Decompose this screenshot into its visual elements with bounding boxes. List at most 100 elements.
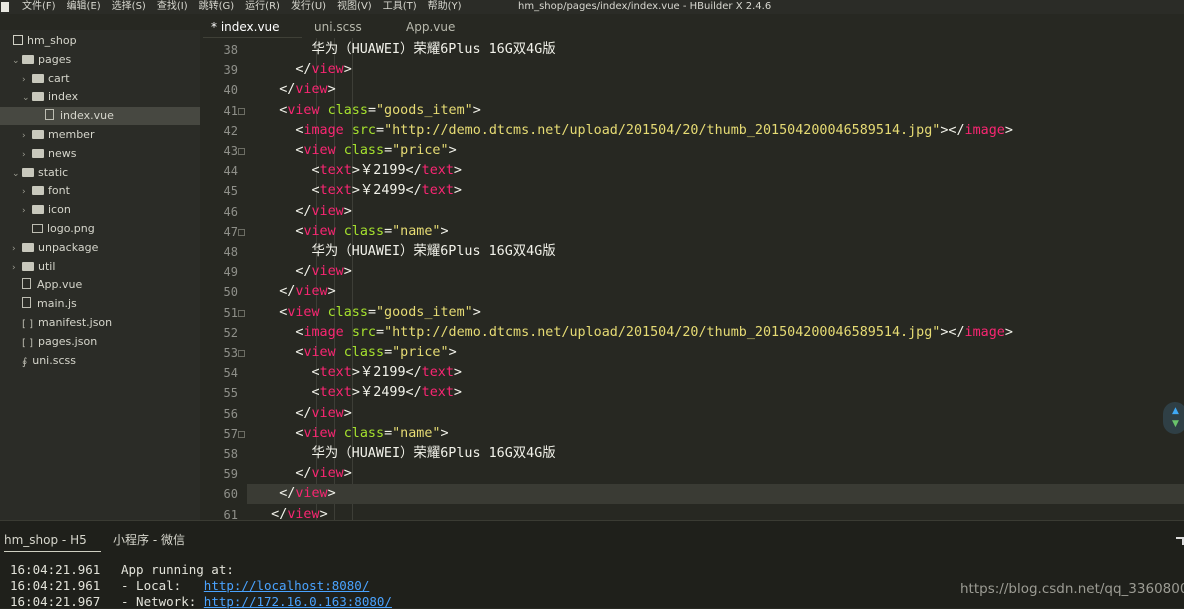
code-line[interactable]: </view> xyxy=(247,60,351,80)
code-line[interactable]: <view class="goods_item"> xyxy=(247,303,481,323)
tree-item[interactable]: › icon xyxy=(22,201,71,219)
code-line[interactable]: <text>￥2499</text> xyxy=(247,383,461,403)
fold-marker-icon[interactable] xyxy=(238,430,245,438)
code-line[interactable]: 华为（HUAWEI）荣耀6Plus 16G双4G版 xyxy=(247,40,555,60)
tree-item[interactable]: ⌄ static xyxy=(12,164,68,182)
code-token: "name" xyxy=(392,223,441,239)
menu-item[interactable]: 工具(T) xyxy=(383,0,417,14)
tree-item[interactable]: ⌄ pages xyxy=(12,51,71,69)
line-number: 38 xyxy=(223,43,238,57)
code-line[interactable]: 华为（HUAWEI）荣耀6Plus 16G双4G版 xyxy=(247,242,555,262)
code-line[interactable]: <view class="goods_item"> xyxy=(247,101,481,121)
chevron-right-icon[interactable]: › xyxy=(22,202,32,220)
code-token: >￥2199</ xyxy=(351,163,422,179)
tree-item[interactable]: ⌄ index xyxy=(22,88,78,106)
code-token: > xyxy=(319,506,328,520)
fold-marker-icon[interactable] xyxy=(238,350,245,357)
scroll-nav-widget[interactable]: ▲ ▼ xyxy=(1163,402,1184,434)
code-line[interactable]: </view> xyxy=(247,262,352,282)
tree-item[interactable]: index.vue xyxy=(0,107,200,126)
tree-item[interactable]: ∮ uni.scss xyxy=(12,352,76,370)
menu-item[interactable]: 发行(U) xyxy=(291,0,326,14)
tree-item[interactable]: [ ] manifest.json xyxy=(12,314,112,332)
chevron-right-icon[interactable]: › xyxy=(22,71,32,89)
code-token: > xyxy=(343,264,352,280)
chevron-right-icon[interactable]: › xyxy=(22,183,32,201)
tree-item[interactable]: › member xyxy=(22,126,94,144)
code-token: image xyxy=(303,122,344,138)
tree-item[interactable]: App.vue xyxy=(12,276,82,294)
collapse-icon[interactable] xyxy=(1176,537,1184,545)
code-line[interactable]: <view class="name"> xyxy=(247,424,448,444)
fold-marker-icon[interactable] xyxy=(238,148,245,155)
menu-item[interactable]: 运行(R) xyxy=(245,0,280,14)
code-token: = xyxy=(367,304,376,320)
chevron-right-icon[interactable]: › xyxy=(22,146,32,164)
code-line[interactable]: <image src="http://demo.dtcms.net/upload… xyxy=(247,121,1013,141)
console-tab[interactable]: hm_shop - H5 xyxy=(4,529,101,552)
fold-marker-icon[interactable] xyxy=(238,309,245,317)
tree-item[interactable]: logo.png xyxy=(22,220,95,238)
code-token: > xyxy=(327,486,336,502)
code-line[interactable]: <view class="price"> xyxy=(247,141,456,161)
code-line[interactable]: <view class="name"> xyxy=(247,222,448,242)
file-icon xyxy=(22,278,31,290)
arrow-up-icon[interactable]: ▲ xyxy=(1172,406,1179,416)
line-number: 47 xyxy=(223,224,238,239)
code-token: >￥2199</ xyxy=(351,365,422,381)
fold-marker-icon[interactable] xyxy=(238,228,245,236)
code-token: "http://demo.dtcms.net/upload/201504/20/… xyxy=(384,122,941,138)
chevron-down-icon[interactable]: ⌄ xyxy=(12,52,22,70)
code-line[interactable]: <image src="http://demo.dtcms.net/upload… xyxy=(247,323,1013,343)
arrow-down-icon[interactable]: ▼ xyxy=(1172,419,1179,429)
tab-appvue[interactable]: App.vue xyxy=(406,16,455,38)
code-line[interactable]: </view> xyxy=(247,404,351,424)
tree-item[interactable]: › cart xyxy=(22,70,70,88)
tree-item[interactable]: main.js xyxy=(12,295,77,313)
tree-item-label: icon xyxy=(48,203,71,217)
menu-item[interactable]: 选择(S) xyxy=(112,0,146,14)
tab-uniscss[interactable]: uni.scss xyxy=(314,16,362,38)
tree-item[interactable]: [ ] pages.json xyxy=(12,333,97,351)
chevron-down-icon[interactable]: ⌄ xyxy=(12,165,22,183)
code-line[interactable]: </view> xyxy=(247,484,1184,505)
code-line[interactable]: </view> xyxy=(247,505,328,520)
tree-item[interactable]: › news xyxy=(22,145,76,163)
code-line[interactable]: <text>￥2199</text> xyxy=(247,363,461,383)
chevron-right-icon[interactable]: › xyxy=(22,127,32,145)
menu-item[interactable]: 跳转(G) xyxy=(199,0,235,14)
code-line[interactable]: <view class="price"> xyxy=(247,343,456,363)
fold-marker-icon[interactable] xyxy=(238,107,245,115)
tree-item[interactable]: hm_shop xyxy=(3,32,77,50)
tree-item[interactable]: › unpackage xyxy=(12,239,98,257)
code-token: 华为（HUAWEI）荣耀6Plus 16G双4G版 xyxy=(247,446,556,461)
code-editor[interactable]: 38 华为（HUAWEI）荣耀6Plus 16G双4G版 39 </view> 40… xyxy=(200,38,1184,520)
menu-item[interactable]: 查找(I) xyxy=(157,0,188,14)
tree-item[interactable]: › util xyxy=(12,258,55,276)
code-line[interactable]: </view> xyxy=(247,464,351,484)
menu-item[interactable]: 文件(F) xyxy=(22,0,56,14)
chevron-right-icon[interactable]: › xyxy=(12,240,22,258)
scss-file-icon: ∮ xyxy=(22,356,28,368)
code-line[interactable]: 华为（HUAWEI）荣耀6Plus 16G双4G版 xyxy=(247,444,556,464)
code-line[interactable]: </view> xyxy=(247,80,335,100)
line-number: 60 xyxy=(223,487,238,502)
chevron-down-icon[interactable]: ⌄ xyxy=(22,89,32,107)
log-link[interactable]: http://localhost:8080/ xyxy=(204,578,370,593)
menu-item[interactable]: 视图(V) xyxy=(337,0,372,14)
code-line[interactable]: </view> xyxy=(247,282,335,302)
menu-item[interactable]: 帮助(Y) xyxy=(428,0,462,14)
line-number: 57 xyxy=(223,426,238,441)
menu-item[interactable]: 编辑(E) xyxy=(67,0,101,14)
console-tab[interactable]: 小程序 - 微信 xyxy=(113,529,185,551)
code-line[interactable]: </view> xyxy=(247,202,351,222)
code-line[interactable]: <text>￥2499</text> xyxy=(247,181,461,201)
chevron-right-icon[interactable]: › xyxy=(12,259,22,277)
tab-indexvue[interactable]: * index.vue xyxy=(203,16,301,38)
code-line[interactable]: <text>￥2199</text> xyxy=(247,161,461,181)
log-timestamp: 16:04:21.961 xyxy=(10,562,101,577)
tree-item[interactable]: › font xyxy=(22,182,70,200)
